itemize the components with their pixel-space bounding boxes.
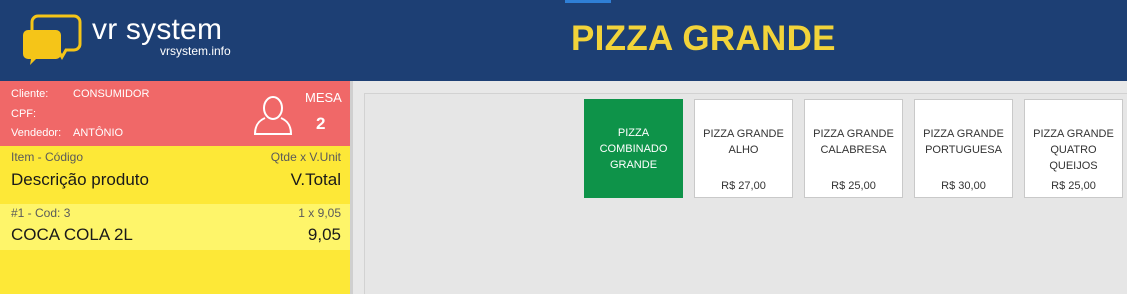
pos-window: vr system vrsystem.info PIZZA GRANDE Cli… — [0, 0, 1127, 294]
product-price: R$ 30,00 — [941, 180, 986, 192]
vendedor-value: ANTÔNIO — [73, 127, 124, 139]
item-total: 9,05 — [307, 225, 341, 244]
cliente-label: Cliente: — [11, 88, 49, 100]
mesa-number: 2 — [316, 114, 326, 133]
product-card-pizza-grande-quatro-queijos[interactable]: PIZZA GRANDE QUATRO QUEIJOS R$ 25,00 — [1024, 99, 1123, 198]
order-column-header: Item - Código Qtde x V.Unit Descrição pr… — [0, 146, 350, 200]
panel-divider — [350, 81, 353, 294]
product-card-pizza-combinado-grande[interactable]: PIZZA COMBINADO GRANDE — [584, 99, 683, 198]
header-accent-bar — [565, 0, 611, 3]
brand-site: vrsystem.info — [160, 44, 231, 58]
top-header: vr system vrsystem.info PIZZA GRANDE — [0, 0, 1127, 81]
cpf-label: CPF: — [11, 108, 37, 120]
qty-unit-header: Qtde x V.Unit — [270, 150, 341, 164]
order-item-row[interactable]: #1 - Cod: 3 1 x 9,05 COCA COLA 2L 9,05 — [0, 204, 350, 250]
brand-name: vr system — [92, 13, 223, 46]
item-index-code: #1 - Cod: 3 — [11, 206, 71, 220]
item-name: COCA COLA 2L — [11, 225, 133, 244]
product-price: R$ 27,00 — [721, 180, 766, 192]
item-qty-unit: 1 x 9,05 — [298, 206, 341, 220]
total-header: V.Total — [290, 170, 341, 189]
person-icon — [253, 96, 293, 135]
product-name: PIZZA GRANDE PORTUGUESA — [923, 128, 1004, 156]
product-name: PIZZA GRANDE QUATRO QUEIJOS — [1033, 128, 1114, 172]
product-card-pizza-grande-portuguesa[interactable]: PIZZA GRANDE PORTUGUESA R$ 30,00 — [914, 99, 1013, 198]
product-name: PIZZA GRANDE ALHO — [703, 128, 784, 156]
chat-bubbles-logo-icon — [23, 14, 82, 65]
customer-info[interactable]: Cliente: CONSUMIDOR CPF: Vendedor: ANTÔN… — [0, 81, 350, 146]
order-panel: Cliente: CONSUMIDOR CPF: Vendedor: ANTÔN… — [0, 81, 350, 294]
item-code-header: Item - Código — [11, 150, 84, 164]
cliente-value: CONSUMIDOR — [73, 88, 150, 100]
product-price: R$ 25,00 — [831, 180, 876, 192]
product-card-pizza-grande-calabresa[interactable]: PIZZA GRANDE CALABRESA R$ 25,00 — [804, 99, 903, 198]
description-header: Descrição produto — [11, 170, 149, 189]
mesa-label: MESA — [305, 90, 342, 105]
page-title: PIZZA GRANDE — [571, 19, 836, 58]
product-name: PIZZA GRANDE CALABRESA — [813, 128, 894, 156]
vendedor-label: Vendedor: — [11, 127, 62, 139]
product-price: R$ 25,00 — [1051, 180, 1096, 192]
product-card-pizza-grande-alho[interactable]: PIZZA GRANDE ALHO R$ 27,00 — [694, 99, 793, 198]
product-name: PIZZA COMBINADO GRANDE — [599, 127, 668, 171]
